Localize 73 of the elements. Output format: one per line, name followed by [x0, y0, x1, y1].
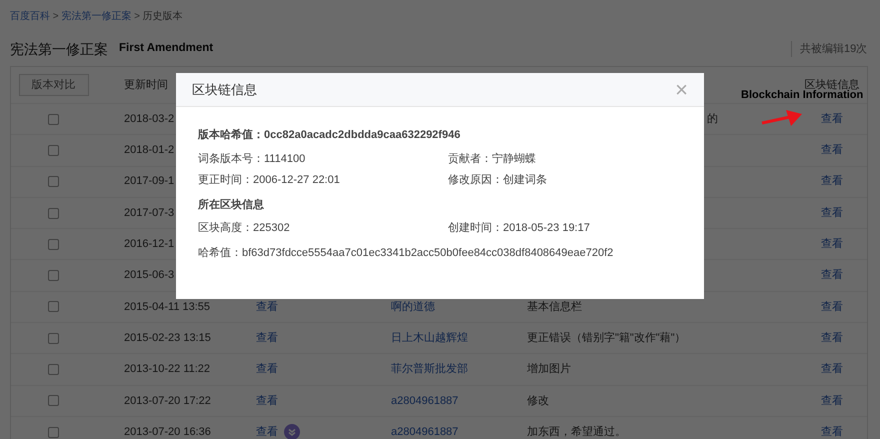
reason-cell: 加东西，希望通过。 — [527, 426, 626, 438]
info-text: 创建时间：2018-05-23 19:17 — [448, 221, 591, 236]
info-text: 词条版本号：1114100 — [198, 152, 306, 166]
date-cell: 2017-09-1 — [124, 175, 174, 188]
title-annotation: First Amendment — [119, 41, 214, 56]
blockchain-view-link[interactable]: 查看 — [821, 424, 843, 439]
blockchain-view-link[interactable]: 查看 — [821, 330, 843, 346]
info-text: 区块高度：225302 — [198, 220, 291, 236]
date-cell: 2017-07-3 — [124, 206, 174, 219]
view-link[interactable]: 查看 — [256, 392, 278, 410]
version-hash-text: 版本哈希值：0cc82a0acadc2dbdda9caa632292f946 — [198, 128, 462, 143]
view-link[interactable]: 查看 — [256, 330, 278, 346]
page-title: 宪法第一修正案 — [10, 40, 108, 58]
row-checkbox[interactable] — [48, 208, 59, 219]
breadcrumb-link[interactable]: 百度百科 — [10, 9, 50, 32]
hash-text: 哈希值：bf63d73fdcce5554aa7c01ec3341b2acc50b0fee84cc038df8408649eae720f2 — [198, 246, 614, 260]
reason-cell: 增加图片 — [527, 363, 571, 376]
blockchain-view-link[interactable]: 查看 — [821, 110, 843, 128]
row-checkbox[interactable] — [48, 426, 59, 438]
contributor-link[interactable]: a2804961887 — [391, 426, 458, 438]
row-checkbox[interactable] — [48, 114, 59, 125]
date-cell: 2015-02-23 13:15 — [124, 332, 211, 344]
blockchain-view-link[interactable]: 查看 — [821, 361, 843, 378]
breadcrumb-separator: > — [52, 10, 59, 24]
info-text: 更正时间：2006-12-27 22:01 — [198, 173, 341, 188]
row-checkbox[interactable] — [48, 301, 59, 312]
column-header: 区块链信息 — [804, 78, 860, 91]
date-cell: 2015-06-3 — [124, 269, 174, 282]
blockchain-view-link[interactable]: 查看 — [821, 236, 843, 253]
blockchain-view-link[interactable]: 查看 — [821, 267, 843, 284]
blockchain-view-link[interactable]: 查看 — [821, 142, 843, 159]
view-link[interactable]: 查看 — [256, 361, 278, 378]
row-checkbox[interactable] — [48, 395, 59, 406]
reason-cell: 更正错误（错别字"籍"改作"藉"） — [527, 332, 686, 344]
info-text: 修改原因：创建词条 — [448, 173, 548, 188]
row-checkbox[interactable] — [48, 270, 59, 282]
blockchain-view-link[interactable]: 查看 — [821, 173, 843, 190]
blockchain-view-link[interactable]: 查看 — [821, 298, 843, 316]
section-heading: 所在区块信息 — [198, 198, 265, 212]
view-link[interactable]: 查看 — [256, 424, 278, 439]
blockchain-view-link[interactable]: 查看 — [821, 204, 843, 222]
reason-cell: 基本信息栏 — [527, 300, 582, 313]
row-checkbox[interactable] — [48, 144, 59, 156]
date-cell: 2016-12-1 — [124, 238, 174, 250]
compare-button[interactable]: 版本对比 — [18, 74, 88, 96]
breadcrumb-current: 历史版本 — [142, 10, 183, 24]
view-link[interactable]: 查看 — [256, 298, 278, 316]
breadcrumb-separator: > — [134, 10, 140, 24]
row-checkbox[interactable] — [48, 332, 59, 344]
reason-cell-text: 的 — [706, 112, 718, 125]
row-checkbox[interactable] — [48, 238, 59, 250]
pointer-arrow — [762, 110, 802, 126]
date-cell: 2018-01-2 — [124, 144, 174, 156]
row-checkbox[interactable] — [48, 364, 59, 376]
date-cell: 2013-07-20 16:36 — [124, 426, 211, 438]
blockchain-view-link[interactable]: 查看 — [821, 392, 843, 410]
row-checkbox[interactable] — [48, 176, 59, 188]
reason-cell: 修改 — [527, 394, 549, 407]
edit-count: 共被编辑19次 — [791, 40, 868, 58]
date-cell: 2013-10-22 11:22 — [124, 363, 210, 376]
close-button[interactable]: × — [675, 78, 688, 100]
date-cell: 2013-07-20 17:22 — [124, 394, 211, 407]
breadcrumb-link[interactable]: 宪法第一修正案 — [61, 9, 132, 32]
modal-title: 区块链信息 — [192, 80, 257, 99]
contributor-link[interactable]: 啊的道德 — [391, 300, 435, 313]
column-header: 更新时间 — [124, 78, 168, 91]
contributor-link[interactable]: 日上木山越辉煌 — [391, 332, 468, 344]
annotation-label: Blockchain Information — [741, 89, 864, 103]
contributor-link[interactable]: 菲尔普斯批发部 — [391, 363, 468, 376]
info-text: 贡献者：宁静蝴蝶 — [448, 152, 537, 166]
date-cell: 2018-03-2 — [124, 112, 174, 125]
date-cell: 2015-04-11 13:55 — [124, 300, 210, 313]
contributor-link[interactable]: a2804961887 — [391, 394, 458, 407]
